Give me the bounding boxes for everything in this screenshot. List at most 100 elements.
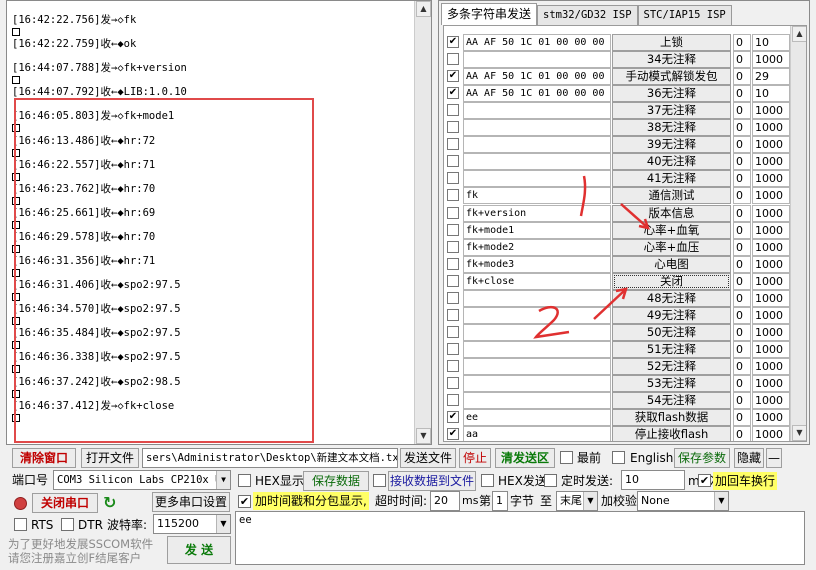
command-data-input[interactable]: fk: [463, 187, 611, 205]
dtr-checkbox[interactable]: [61, 518, 74, 531]
recv-to-file-button[interactable]: 接收数据到文件: [388, 471, 476, 491]
command-order-input[interactable]: 0: [733, 289, 751, 307]
tab-multi-string[interactable]: 多条字符串发送: [441, 3, 538, 25]
command-checkbox[interactable]: [447, 394, 459, 407]
command-checkbox[interactable]: [447, 155, 459, 168]
save-params-button[interactable]: 保存参数: [674, 448, 730, 468]
command-data-input[interactable]: [463, 136, 611, 154]
command-list-scrollbar[interactable]: ▲ ▼: [790, 26, 806, 441]
command-delay-input[interactable]: 1000: [752, 375, 790, 392]
command-checkbox[interactable]: [447, 189, 459, 202]
receive-log-pane[interactable]: [16:42:22.756]发→◇fk [16:42:22.759]收←◆ok [1…: [6, 0, 432, 445]
command-data-input[interactable]: [463, 289, 611, 307]
command-order-input[interactable]: 0: [733, 255, 751, 273]
command-checkbox[interactable]: [447, 359, 459, 372]
command-order-input[interactable]: 0: [733, 85, 751, 103]
command-order-input[interactable]: 0: [733, 187, 751, 205]
command-send-button[interactable]: 50无注释: [612, 323, 731, 341]
command-order-input[interactable]: 0: [733, 136, 751, 154]
topmost-checkbox[interactable]: [560, 451, 573, 464]
send-file-button[interactable]: 发送文件: [400, 448, 456, 468]
command-checkbox[interactable]: [447, 240, 459, 253]
recv-to-file-checkbox[interactable]: [373, 474, 386, 487]
file-path-input[interactable]: sers\Administrator\Desktop\新建文本文档.txt: [142, 448, 398, 468]
command-order-input[interactable]: 0: [733, 221, 751, 239]
command-checkbox[interactable]: [447, 291, 459, 304]
save-data-button[interactable]: 保存数据: [303, 471, 369, 491]
scroll-up-icon[interactable]: ▲: [416, 1, 431, 17]
command-delay-input[interactable]: 1000: [752, 170, 790, 188]
command-delay-input[interactable]: 1000: [752, 255, 790, 273]
command-send-button[interactable]: 心率+血压: [612, 238, 731, 256]
command-data-input[interactable]: [463, 170, 611, 188]
command-data-input[interactable]: AA AF 50 1C 01 00 00 00: [463, 34, 611, 51]
command-checkbox[interactable]: [447, 121, 459, 134]
checksum-select[interactable]: None ▼: [637, 491, 729, 511]
command-send-button[interactable]: 通信测试: [612, 187, 731, 205]
command-delay-input[interactable]: 1000: [752, 306, 790, 324]
command-data-input[interactable]: AA AF 50 1C 01 00 00 00: [463, 85, 611, 103]
command-data-input[interactable]: AA AF 50 1C 01 00 00 00: [463, 68, 611, 86]
clear-window-button[interactable]: 清除窗口: [12, 448, 76, 468]
command-order-input[interactable]: 0: [733, 153, 751, 171]
list-scroll-down-icon[interactable]: ▼: [792, 425, 806, 441]
command-data-input[interactable]: fk+mode3: [463, 255, 611, 273]
command-send-button[interactable]: 心率+血氧: [612, 221, 731, 239]
command-checkbox[interactable]: ✔: [447, 87, 459, 100]
command-delay-input[interactable]: 1000: [752, 409, 790, 427]
command-checkbox[interactable]: [447, 223, 459, 236]
tab-stc-isp[interactable]: STC/IAP15 ISP: [637, 5, 732, 25]
timed-send-checkbox[interactable]: [544, 474, 557, 487]
collapse-button[interactable]: —: [766, 448, 782, 468]
command-order-input[interactable]: 0: [733, 323, 751, 341]
command-delay-input[interactable]: 1000: [752, 323, 790, 341]
more-settings-button[interactable]: 更多串口设置: [152, 492, 230, 512]
command-send-button[interactable]: 停止接收flash: [612, 426, 731, 441]
interval-input[interactable]: 10: [621, 470, 685, 490]
command-checkbox[interactable]: ✔: [447, 411, 459, 424]
command-order-input[interactable]: 0: [733, 392, 751, 410]
command-send-button[interactable]: 40无注释: [612, 153, 731, 171]
command-checkbox[interactable]: [447, 257, 459, 270]
baud-select[interactable]: 115200 ▼: [153, 514, 231, 534]
command-data-input[interactable]: [463, 306, 611, 324]
list-scroll-up-icon[interactable]: ▲: [792, 26, 806, 42]
command-order-input[interactable]: 0: [733, 375, 751, 392]
command-send-button[interactable]: 49无注释: [612, 306, 731, 324]
send-button[interactable]: 发 送: [167, 536, 231, 564]
command-send-button[interactable]: 48无注释: [612, 289, 731, 307]
command-checkbox[interactable]: [447, 206, 459, 219]
command-delay-input[interactable]: 1000: [752, 204, 790, 222]
command-checkbox[interactable]: [447, 377, 459, 389]
timestamp-checkbox[interactable]: ✔: [238, 495, 251, 508]
command-checkbox[interactable]: ✔: [447, 70, 459, 83]
command-order-input[interactable]: 0: [733, 340, 751, 358]
command-delay-input[interactable]: 1000: [752, 272, 790, 290]
command-delay-input[interactable]: 1000: [752, 153, 790, 171]
command-delay-input[interactable]: 1000: [752, 136, 790, 154]
command-data-input[interactable]: [463, 51, 611, 69]
command-order-input[interactable]: 0: [733, 51, 751, 69]
command-checkbox[interactable]: [447, 53, 459, 66]
command-send-button[interactable]: 52无注释: [612, 357, 731, 375]
command-order-input[interactable]: 0: [733, 102, 751, 120]
command-checkbox[interactable]: [447, 104, 459, 117]
stop-button[interactable]: 停止: [459, 448, 491, 468]
command-delay-input[interactable]: 10: [752, 34, 790, 51]
command-order-input[interactable]: 0: [733, 238, 751, 256]
command-data-input[interactable]: fk+mode2: [463, 238, 611, 256]
command-delay-input[interactable]: 1000: [752, 51, 790, 69]
command-delay-input[interactable]: 1000: [752, 119, 790, 137]
command-checkbox[interactable]: [447, 325, 459, 338]
command-data-input[interactable]: ee: [463, 409, 611, 427]
command-order-input[interactable]: 0: [733, 170, 751, 188]
clear-send-button[interactable]: 清发送区: [495, 448, 555, 468]
command-checkbox[interactable]: [447, 308, 459, 321]
command-data-input[interactable]: [463, 119, 611, 137]
command-data-input[interactable]: fk+version: [463, 204, 611, 222]
command-data-input[interactable]: aa: [463, 426, 611, 441]
byte-index-input[interactable]: 1: [492, 491, 508, 511]
command-send-button[interactable]: 34无注释: [612, 51, 731, 69]
command-send-button[interactable]: 41无注释: [612, 170, 731, 188]
command-checkbox[interactable]: ✔: [447, 36, 459, 48]
